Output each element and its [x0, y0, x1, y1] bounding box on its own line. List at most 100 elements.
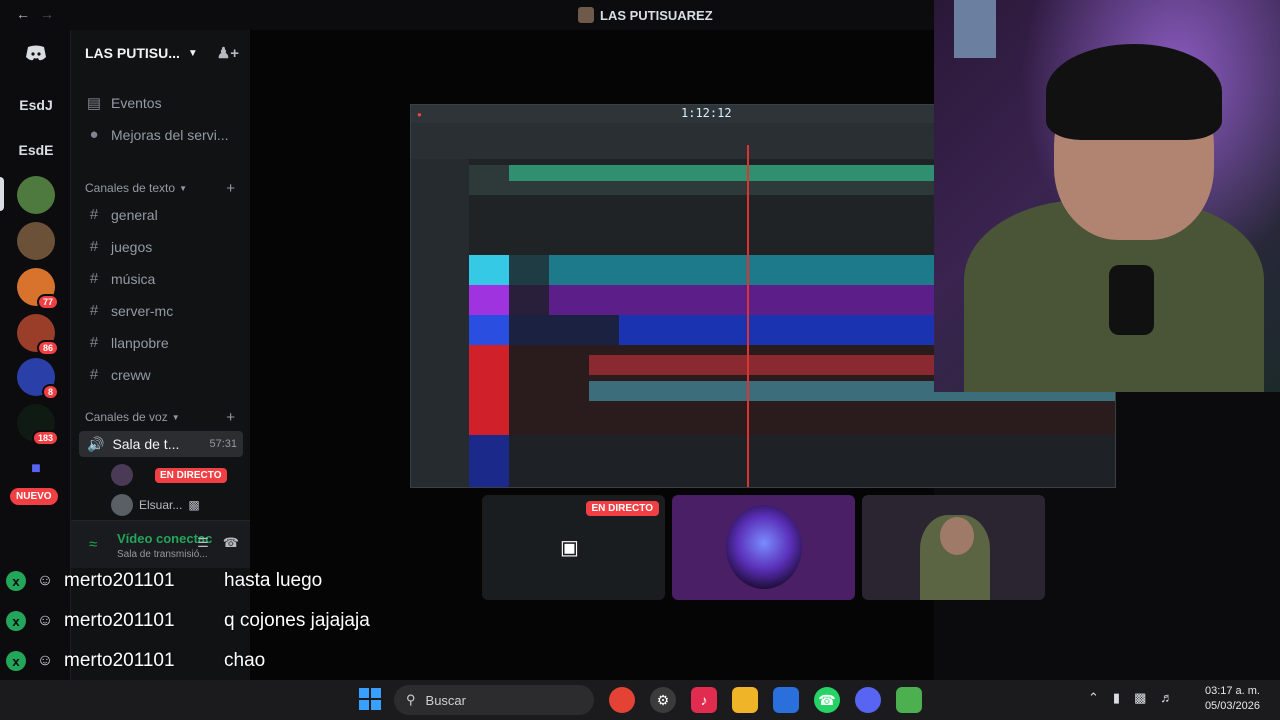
forward-arrow-icon[interactable]: → — [40, 6, 54, 22]
server-esde-label: EsdE — [18, 142, 54, 158]
server-icon-8[interactable]: 183 — [17, 404, 59, 446]
discord-stream-window: ← → LAS PUTISUAREZ EsdJ EsdE 77 86 8 183 … — [0, 0, 1280, 720]
text-category[interactable]: Canales de texto ▼ + — [85, 180, 235, 197]
sidebar-item-boosts[interactable]: ● Mejoras del servi... — [85, 126, 228, 143]
clock-date: 05/03/2026 — [1204, 700, 1260, 712]
category-label: Canales de texto — [85, 181, 176, 195]
connection-channel[interactable]: Sala de transmisió... — [117, 549, 208, 560]
hashtag-icon: # — [89, 238, 99, 255]
daw-track-label — [469, 315, 509, 345]
user-icon: ☺ — [36, 612, 54, 629]
voice-user-streamer[interactable]: EN DIRECTO — [111, 464, 227, 486]
back-arrow-icon[interactable]: ← — [16, 6, 30, 22]
server-icon — [578, 7, 594, 23]
voice-user-elsuar[interactable]: Elsuar... ▩ — [111, 494, 200, 516]
nav-arrows: ← → — [16, 6, 64, 22]
daw-transport-icon: ● — [417, 109, 422, 119]
system-tray: ⌃ ▮ ▩ ♬ — [1088, 690, 1173, 706]
channel-label: juegos — [111, 238, 153, 255]
channel-server-mc[interactable]: # server-mc — [85, 302, 173, 319]
discord-home-icon[interactable] — [17, 34, 55, 72]
channel-label: creww — [111, 366, 151, 383]
daw-track-label — [469, 435, 509, 487]
live-badge: EN DIRECTO — [155, 467, 227, 483]
add-channel-icon[interactable]: + — [226, 409, 235, 426]
file-explorer-icon[interactable] — [732, 687, 758, 713]
app-icon[interactable] — [896, 687, 922, 713]
server-icon-5[interactable]: 77 — [17, 268, 59, 310]
sidebar-item-eventos[interactable]: ▤ Eventos — [85, 94, 162, 112]
add-channel-icon[interactable]: + — [226, 180, 235, 197]
xbox-icon: x — [6, 651, 26, 671]
channel-juegos[interactable]: # juegos — [85, 238, 152, 255]
voice-channel[interactable]: 🔊 Sala de t... 57:31 — [79, 431, 243, 457]
user-icon: ☺ — [36, 652, 54, 669]
daw-track-label — [469, 255, 509, 285]
volume-icon[interactable]: ♬ — [1160, 690, 1173, 706]
chrome-icon[interactable] — [609, 687, 635, 713]
avatar — [111, 464, 133, 486]
app-icon[interactable]: ⚙ — [650, 687, 676, 713]
discord-taskbar-icon[interactable] — [855, 687, 881, 713]
server-icon-3[interactable] — [17, 176, 55, 214]
participant-tile-orb[interactable] — [672, 495, 855, 600]
microphone — [1109, 265, 1154, 335]
speaker-icon: 🔊 — [87, 435, 105, 452]
sidebar-item-label: Mejoras del servi... — [111, 126, 229, 143]
server-header[interactable]: LAS PUTISU... ▼ ♟+ — [71, 30, 251, 76]
voice-timer: 57:31 — [209, 438, 237, 450]
chat-username: merto201101 — [64, 650, 175, 671]
server-icon-6[interactable]: 86 — [17, 314, 59, 356]
chat-text: q cojones jajajaja — [224, 610, 370, 631]
taskbar-clock[interactable]: 03:17 a. m. 05/03/2026 — [1205, 684, 1260, 714]
participant-tile-screen[interactable]: EN DIRECTO ▣ — [482, 495, 665, 600]
taskbar-search[interactable]: ⚲ Buscar — [394, 685, 594, 715]
microphone-icon[interactable]: ▮ — [1113, 690, 1120, 706]
folder-icon[interactable]: ■ — [17, 450, 55, 488]
server-esde[interactable]: EsdE — [17, 131, 55, 169]
wall-poster — [954, 0, 996, 58]
live-badge: EN DIRECTO — [585, 501, 659, 516]
participant-face — [940, 517, 974, 555]
store-icon[interactable] — [773, 687, 799, 713]
chevron-down-icon: ▼ — [187, 47, 198, 59]
daw-playhead — [747, 145, 749, 487]
chevron-up-icon[interactable]: ⌃ — [1088, 690, 1099, 706]
tiktok-icon[interactable]: ♪ — [691, 687, 717, 713]
hashtag-icon: # — [89, 334, 99, 351]
category-label: Canales de voz — [85, 410, 168, 424]
server-esdj[interactable]: EsdJ — [17, 86, 55, 124]
voice-category[interactable]: Canales de voz ▼ + — [85, 409, 235, 426]
unread-badge: 183 — [31, 430, 59, 446]
channel-label: server-mc — [111, 302, 174, 319]
server-name: LAS PUTISU... — [85, 45, 180, 61]
new-badge: NUEVO — [10, 488, 58, 505]
daw-track-label — [469, 345, 509, 435]
network-icon[interactable]: ▩ — [1134, 690, 1146, 706]
xbox-icon: x — [6, 571, 26, 591]
add-user-icon[interactable]: ♟+ — [217, 44, 239, 62]
soundboard-icon[interactable]: ☰ — [197, 535, 209, 551]
voice-channel-label: Sala de t... — [112, 436, 180, 452]
daw-browser — [411, 159, 469, 487]
chat-message: x ☺ merto201101 chao — [0, 642, 480, 680]
server-icon-4[interactable] — [17, 222, 55, 260]
server-icon-7[interactable]: 8 — [17, 358, 59, 400]
channel-musica[interactable]: # música — [85, 270, 156, 287]
participant-tile-camera[interactable] — [862, 495, 1045, 600]
signal-icon: ≈ — [89, 536, 98, 553]
channel-creww[interactable]: # creww — [85, 366, 151, 383]
channel-label: llanpobre — [111, 334, 169, 351]
active-server-pip — [0, 177, 4, 211]
monitor-icon: ▣ — [560, 537, 579, 559]
whatsapp-icon[interactable]: ☎ — [814, 687, 840, 713]
voice-user-label: Elsuar... — [139, 498, 183, 512]
window-title-text: LAS PUTISUAREZ — [600, 7, 713, 23]
chat-text: chao — [224, 650, 266, 671]
windows-start-icon[interactable] — [359, 688, 381, 710]
hashtag-icon: # — [89, 366, 99, 383]
channel-llanpobre[interactable]: # llanpobre — [85, 334, 169, 351]
unread-badge: 77 — [36, 294, 59, 310]
disconnect-icon[interactable]: ☎ — [223, 535, 239, 551]
channel-general[interactable]: # general — [85, 206, 158, 223]
